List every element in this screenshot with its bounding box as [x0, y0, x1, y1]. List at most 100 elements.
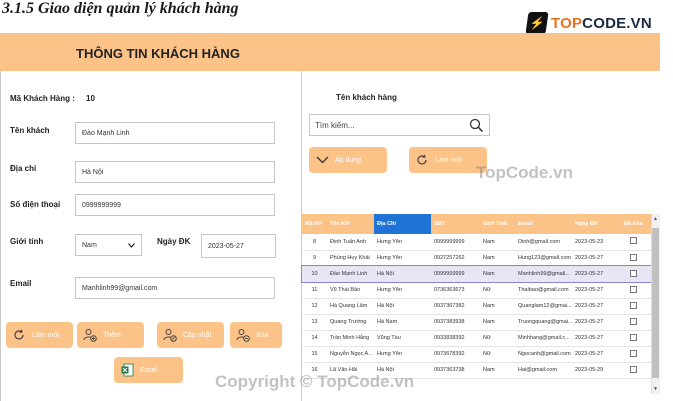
export-excel-label: Excel	[140, 366, 158, 374]
column-header[interactable]: Tên KH	[327, 214, 374, 234]
table-cell: 0937367382	[431, 298, 480, 315]
table-row[interactable]: 15 Nguyễn Ngọc A... Hưng Yên 0973678392 Nữ Ng…	[302, 346, 651, 363]
gender-label: Giới tính	[10, 237, 44, 246]
customer-id-value: 10	[86, 94, 95, 103]
table-cell: 11	[302, 282, 327, 299]
deleted-cell	[621, 314, 651, 331]
table-cell: Hung123@gmail.com	[515, 250, 572, 267]
email-label: Email	[10, 279, 32, 288]
search-box[interactable]: Tìm kiếm...	[309, 114, 490, 136]
table-cell: 2023-05-27	[572, 250, 621, 267]
update-customer-label: Cập nhật	[183, 331, 212, 339]
deleted-cell	[621, 266, 651, 283]
apply-filter-button[interactable]: Áp dụng	[309, 147, 387, 173]
table-cell: Quang Trường	[327, 314, 374, 331]
phone-input[interactable]: 0999999999	[75, 194, 275, 216]
table-cell: Nam	[480, 266, 515, 283]
table-cell: 14	[302, 330, 327, 347]
window-title: THÔNG TIN KHÁCH HÀNG	[76, 46, 240, 61]
delete-customer-label: Xóa	[256, 331, 269, 339]
update-customer-button[interactable]: Cập nhật	[157, 322, 224, 348]
customer-name-label: Tên khách	[10, 126, 50, 135]
address-input[interactable]: Hà Nội	[75, 161, 275, 183]
table-cell: Nữ	[480, 282, 515, 299]
table-cell: 0933838392	[431, 330, 480, 347]
customer-table: Mã KH Tên KH Địa Chỉ SĐT Giới Tính Email Ngày …	[301, 214, 652, 379]
deleted-checkbox[interactable]	[630, 365, 637, 373]
table-cell: 0736363673	[431, 282, 480, 299]
refresh-icon	[12, 328, 26, 342]
refresh-form-button[interactable]: Làm mới	[6, 322, 73, 348]
chevron-down-icon	[315, 153, 329, 167]
address-label: Địa chỉ	[10, 164, 37, 173]
watermark-center: TopCode.vn	[476, 163, 573, 182]
column-header[interactable]: Địa Chỉ	[374, 214, 431, 234]
deleted-cell	[621, 298, 651, 315]
table-header: Mã KH Tên KH Địa Chỉ SĐT Giới Tính Email Ngày …	[302, 214, 651, 234]
table-cell: 8	[302, 234, 327, 251]
scroll-down-icon[interactable]: ▼	[651, 385, 660, 393]
table-cell: Quanglam12@gmai...	[515, 298, 572, 315]
table-row[interactable]: 11 Vũ Thái Bảo Hưng Yên 0736363673 Nữ Thaibao…	[302, 282, 651, 299]
watermark-bottom: Copyright © TopCode.vn	[215, 372, 415, 391]
phone-label: Số điện thoại	[10, 200, 61, 209]
customer-id-label: Mã Khách Hàng :	[10, 94, 75, 103]
table-cell: Dinh@gmail.com	[515, 234, 572, 251]
deleted-checkbox[interactable]	[630, 333, 637, 341]
email-input[interactable]: Manhlinh99@gmail.com	[75, 277, 275, 299]
gender-select[interactable]: Nam	[75, 234, 142, 256]
table-cell: 10	[302, 266, 327, 283]
table-row[interactable]: 12 Hà Quang Lâm Hà Nội 0937367382 Nam Quangla…	[302, 298, 651, 315]
table-cell: Nữ	[480, 346, 515, 363]
table-row[interactable]: 10 Đào Mạnh Linh Hà Nội 0999999999 Nam Manhli…	[301, 265, 652, 283]
column-header[interactable]: Mã KH	[302, 214, 327, 234]
table-body: 8 Đinh Tuấn Anh Hưng Yên 0999999999 Nam Dinh@…	[301, 234, 652, 379]
deleted-checkbox[interactable]	[630, 253, 637, 261]
table-cell: Hưng Yên	[374, 250, 431, 267]
delete-customer-button[interactable]: Xóa	[230, 322, 282, 348]
deleted-checkbox[interactable]	[630, 269, 637, 277]
table-cell: Trần Minh Hằng	[327, 330, 374, 347]
deleted-checkbox[interactable]	[630, 237, 637, 245]
table-row[interactable]: 8 Đinh Tuấn Anh Hưng Yên 0999999999 Nam Dinh@…	[302, 234, 651, 251]
table-cell: Hà Nội	[374, 266, 431, 283]
deleted-checkbox[interactable]	[630, 301, 637, 309]
add-customer-button[interactable]: Thêm	[77, 322, 144, 348]
table-cell: Hưng Yên	[374, 234, 431, 251]
scroll-up-icon[interactable]: ▲	[651, 215, 660, 223]
table-cell: Manhlinh99@gmail...	[515, 266, 572, 283]
table-cell: 15	[302, 346, 327, 363]
apply-filter-label: Áp dụng	[335, 156, 362, 164]
registration-date-input[interactable]: 2023-05-27	[201, 234, 276, 258]
column-header[interactable]: Giới Tính	[480, 214, 515, 234]
deleted-cell	[621, 250, 651, 267]
table-cell: 0973678392	[431, 346, 480, 363]
column-header[interactable]: Ngày ĐK	[572, 214, 621, 234]
column-header[interactable]: Email	[515, 214, 572, 234]
table-row[interactable]: 9 Phùng Huy Khải Hưng Yên 0927257262 Nam Hung…	[302, 250, 651, 267]
table-row[interactable]: 13 Quang Trường Hà Nam 0937383938 Nam Truongq…	[302, 314, 651, 331]
search-input[interactable]: Tìm kiếm...	[315, 121, 355, 130]
deleted-checkbox[interactable]	[630, 317, 637, 325]
add-user-icon	[83, 328, 97, 342]
column-header[interactable]: SĐT	[431, 214, 480, 234]
deleted-checkbox[interactable]	[630, 285, 637, 293]
table-cell: Nguyễn Ngọc A...	[327, 346, 374, 363]
search-icon[interactable]	[469, 118, 484, 133]
table-cell: 12	[302, 298, 327, 315]
table-cell: Hà Quang Lâm	[327, 298, 374, 315]
customer-name-input[interactable]: Đào Mạnh Linh	[75, 122, 275, 144]
column-header[interactable]: Đã Xóa	[621, 214, 651, 234]
remove-user-icon	[236, 328, 250, 342]
logo-text: TOPCODE.VN	[551, 14, 652, 32]
table-cell: Nam	[480, 314, 515, 331]
table-cell: 0927257262	[431, 250, 480, 267]
deleted-checkbox[interactable]	[630, 349, 637, 357]
table-cell: Đinh Tuấn Anh	[327, 234, 374, 251]
table-cell: Nam	[480, 250, 515, 267]
table-scrollbar-thumb[interactable]	[652, 228, 659, 378]
export-excel-button[interactable]: Excel	[114, 357, 183, 383]
table-cell: 2023-05-29	[572, 362, 621, 379]
table-cell: Vũ Thái Bảo	[327, 282, 374, 299]
table-row[interactable]: 14 Trần Minh Hằng Vũng Tàu 0933838392 Nữ Minh…	[302, 330, 651, 347]
